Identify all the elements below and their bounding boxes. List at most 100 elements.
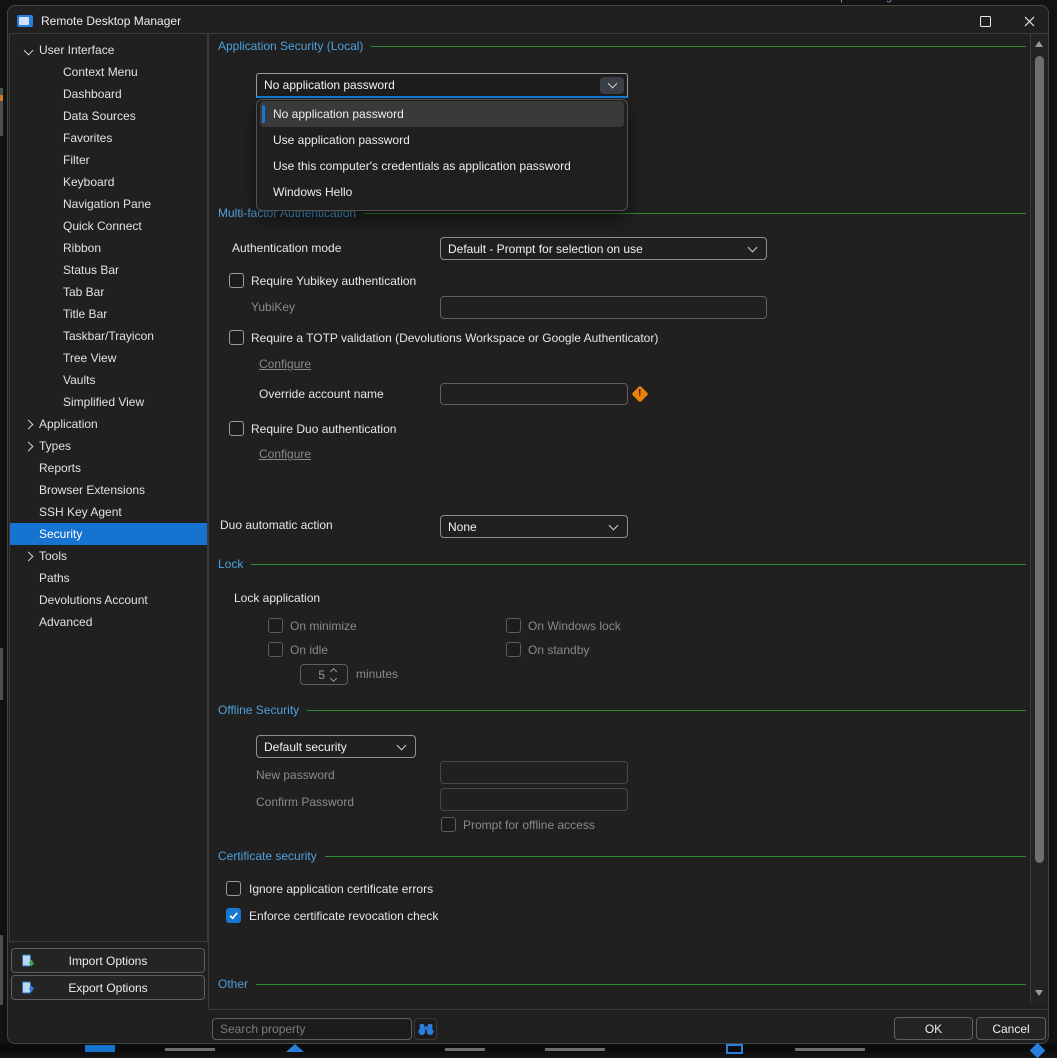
on-windows-lock-checkbox[interactable] (506, 618, 521, 633)
on-minimize-checkbox[interactable] (268, 618, 283, 633)
chevron-right-icon[interactable] (25, 549, 32, 563)
section-line (256, 984, 1026, 985)
chevron-right-icon[interactable] (25, 439, 32, 453)
checkmark-icon (228, 910, 239, 921)
confirm-password-input[interactable] (440, 788, 628, 811)
section-offline-security: Offline Security (218, 703, 1026, 717)
on-idle-checkbox[interactable] (268, 642, 283, 657)
sidebar-item-reports[interactable]: Reports (10, 457, 207, 479)
search-button[interactable] (414, 1018, 437, 1040)
yubikey-input[interactable] (440, 296, 767, 319)
section-title: Certificate security (218, 849, 317, 863)
duo-automatic-action-select[interactable]: None (440, 515, 628, 538)
import-options-label: Import Options (69, 954, 148, 968)
dropdown-option[interactable]: Use application password (260, 127, 624, 153)
idle-minutes-spinner[interactable] (300, 664, 348, 685)
require-duo-checkbox[interactable] (229, 421, 244, 436)
sidebar-item-ssh-key-agent[interactable]: SSH Key Agent (10, 501, 207, 523)
section-title: Other (218, 977, 248, 991)
ignore-certificate-errors-checkbox[interactable] (226, 881, 241, 896)
sidebar-item-tab-bar[interactable]: Tab Bar (10, 281, 207, 303)
configure-duo-link[interactable]: Configure (259, 447, 311, 461)
sidebar-item-browser-extensions[interactable]: Browser Extensions (10, 479, 207, 501)
import-options-button[interactable]: Import Options (11, 948, 205, 973)
sidebar-item-tools[interactable]: Tools (10, 545, 207, 567)
override-account-name-input[interactable] (440, 383, 628, 405)
sidebar-item-favorites[interactable]: Favorites (10, 127, 207, 149)
chevron-down-icon[interactable] (25, 43, 32, 57)
sidebar-item-filter[interactable]: Filter (10, 149, 207, 171)
section-title: Application Security (Local) (218, 39, 363, 53)
idle-minutes-input[interactable] (303, 668, 325, 682)
minutes-label: minutes (356, 667, 398, 681)
dropdown-option[interactable]: Windows Hello (260, 179, 624, 205)
new-password-input[interactable] (440, 761, 628, 784)
cancel-button[interactable]: Cancel (976, 1017, 1046, 1040)
sidebar-item-label: Types (39, 439, 71, 453)
lock-application-label: Lock application (234, 591, 320, 605)
sidebar-item-context-menu[interactable]: Context Menu (10, 61, 207, 83)
search-property-input[interactable] (212, 1018, 412, 1040)
authentication-mode-select[interactable]: Default - Prompt for selection on use (440, 237, 767, 260)
sidebar-item-title-bar[interactable]: Title Bar (10, 303, 207, 325)
sidebar-item-navigation-pane[interactable]: Navigation Pane (10, 193, 207, 215)
sidebar-item-simplified-view[interactable]: Simplified View (10, 391, 207, 413)
chevron-right-icon[interactable] (25, 417, 32, 431)
sidebar-item-taskbar-trayicon[interactable]: Taskbar/Trayicon (10, 325, 207, 347)
yubikey-field-label: YubiKey (251, 300, 295, 314)
sidebar-item-keyboard[interactable]: Keyboard (10, 171, 207, 193)
sidebar-item-quick-connect[interactable]: Quick Connect (10, 215, 207, 237)
close-button[interactable] (1016, 8, 1042, 34)
configure-totp-link[interactable]: Configure (259, 357, 311, 371)
dropdown-option[interactable]: Use this computer's credentials as appli… (260, 153, 624, 179)
require-duo-label: Require Duo authentication (251, 422, 396, 436)
require-totp-checkbox[interactable] (229, 330, 244, 345)
sidebar-item-status-bar[interactable]: Status Bar (10, 259, 207, 281)
sidebar-item-user-interface[interactable]: User Interface (10, 39, 207, 61)
section-other: Other (218, 977, 1026, 991)
chevron-down-icon (607, 79, 617, 89)
scrollbar-up-arrow[interactable] (1035, 41, 1043, 47)
sidebar-item-label: Quick Connect (63, 219, 142, 233)
title-bar[interactable]: Remote Desktop Manager (8, 6, 1048, 36)
maximize-button[interactable] (972, 8, 998, 34)
sidebar-item-types[interactable]: Types (10, 435, 207, 457)
sidebar-item-advanced[interactable]: Advanced (10, 611, 207, 633)
dropdown-option-selected[interactable]: No application password (260, 101, 624, 127)
sidebar-item-dashboard[interactable]: Dashboard (10, 83, 207, 105)
section-application-security: Application Security (Local) (218, 39, 1026, 53)
sidebar-item-data-sources[interactable]: Data Sources (10, 105, 207, 127)
maximize-icon (980, 16, 991, 27)
scrollbar[interactable] (1030, 34, 1047, 1003)
sidebar-item-ribbon[interactable]: Ribbon (10, 237, 207, 259)
taskbar-fragment (545, 1048, 605, 1051)
sidebar-item-application[interactable]: Application (10, 413, 207, 435)
ok-button[interactable]: OK (894, 1017, 973, 1040)
sidebar-item-devolutions-account[interactable]: Devolutions Account (10, 589, 207, 611)
on-standby-checkbox[interactable] (506, 642, 521, 657)
sidebar-item-label: User Interface (39, 43, 114, 57)
scrollbar-down-arrow[interactable] (1035, 990, 1043, 996)
background-taskbar-strip (0, 1044, 1057, 1052)
scrollbar-thumb[interactable] (1035, 56, 1044, 863)
window-title: Remote Desktop Manager (41, 14, 181, 28)
on-minimize-label: On minimize (290, 619, 357, 633)
sidebar-item-security[interactable]: Security (10, 523, 207, 545)
application-password-combobox[interactable]: No application password (256, 73, 628, 98)
sidebar-item-paths[interactable]: Paths (10, 567, 207, 589)
on-standby-label: On standby (528, 643, 589, 657)
sidebar-item-vaults[interactable]: Vaults (10, 369, 207, 391)
combobox-dropdown-button[interactable] (600, 77, 624, 94)
require-yubikey-checkbox[interactable] (229, 273, 244, 288)
confirm-password-label: Confirm Password (256, 795, 354, 809)
prompt-offline-access-checkbox[interactable] (441, 817, 456, 832)
section-title: Lock (218, 557, 243, 571)
spinner-arrows[interactable] (331, 669, 336, 681)
enforce-revocation-checkbox[interactable] (226, 908, 241, 923)
offline-security-mode-select[interactable]: Default security (256, 735, 416, 758)
export-options-button[interactable]: Export Options (11, 975, 205, 1000)
chevron-down-icon (609, 520, 619, 530)
offline-security-mode-value: Default security (264, 740, 398, 754)
ok-label: OK (925, 1022, 942, 1036)
sidebar-item-tree-view[interactable]: Tree View (10, 347, 207, 369)
